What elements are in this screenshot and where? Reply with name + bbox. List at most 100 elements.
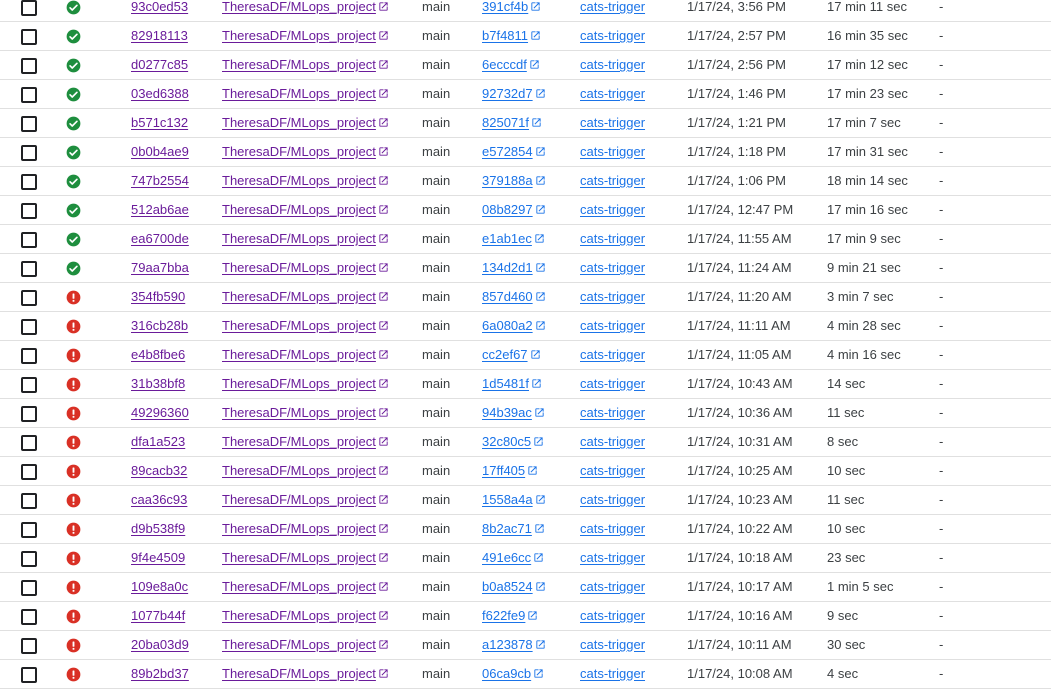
commit-link[interactable]: 17ff405 bbox=[482, 463, 538, 478]
build-id-link[interactable]: b571c132 bbox=[131, 115, 188, 130]
repository-link[interactable]: TheresaDF/MLops_project bbox=[222, 231, 389, 246]
row-checkbox[interactable] bbox=[21, 261, 37, 277]
repository-link[interactable]: TheresaDF/MLops_project bbox=[222, 376, 389, 391]
build-id-link[interactable]: dfa1a523 bbox=[131, 434, 185, 449]
trigger-link[interactable]: cats-trigger bbox=[580, 115, 645, 130]
trigger-link[interactable]: cats-trigger bbox=[580, 347, 645, 362]
repository-link[interactable]: TheresaDF/MLops_project bbox=[222, 550, 389, 565]
repository-link[interactable]: TheresaDF/MLops_project bbox=[222, 28, 389, 43]
row-checkbox[interactable] bbox=[21, 348, 37, 364]
repository-link[interactable]: TheresaDF/MLops_project bbox=[222, 86, 389, 101]
repository-link[interactable]: TheresaDF/MLops_project bbox=[222, 289, 389, 304]
build-id-link[interactable]: 0b0b4ae9 bbox=[131, 144, 189, 159]
repository-link[interactable]: TheresaDF/MLops_project bbox=[222, 608, 389, 623]
trigger-link[interactable]: cats-trigger bbox=[580, 434, 645, 449]
trigger-link[interactable]: cats-trigger bbox=[580, 289, 645, 304]
commit-link[interactable]: 94b39ac bbox=[482, 405, 545, 420]
commit-link[interactable]: b7f4811 bbox=[482, 28, 541, 43]
table-row[interactable]: 03ed6388 TheresaDF/MLops_project main 92… bbox=[0, 80, 1051, 109]
row-checkbox[interactable] bbox=[21, 522, 37, 538]
build-id-link[interactable]: caa36c93 bbox=[131, 492, 187, 507]
table-row[interactable]: 0b0b4ae9 TheresaDF/MLops_project main e5… bbox=[0, 138, 1051, 167]
row-checkbox[interactable] bbox=[21, 232, 37, 248]
table-row[interactable]: 354fb590 TheresaDF/MLops_project main 85… bbox=[0, 283, 1051, 312]
build-id-link[interactable]: 03ed6388 bbox=[131, 86, 189, 101]
table-row[interactable]: 89b2bd37 TheresaDF/MLops_project main 06… bbox=[0, 660, 1051, 689]
row-checkbox[interactable] bbox=[21, 319, 37, 335]
trigger-link[interactable]: cats-trigger bbox=[580, 579, 645, 594]
trigger-link[interactable]: cats-trigger bbox=[580, 231, 645, 246]
table-row[interactable]: 109e8a0c TheresaDF/MLops_project main b0… bbox=[0, 573, 1051, 602]
repository-link[interactable]: TheresaDF/MLops_project bbox=[222, 666, 389, 681]
table-row[interactable]: ea6700de TheresaDF/MLops_project main e1… bbox=[0, 225, 1051, 254]
build-id-link[interactable]: 9f4e4509 bbox=[131, 550, 185, 565]
commit-link[interactable]: cc2ef67 bbox=[482, 347, 541, 362]
commit-link[interactable]: 08b8297 bbox=[482, 202, 546, 217]
table-row[interactable]: 89cacb32 TheresaDF/MLops_project main 17… bbox=[0, 457, 1051, 486]
table-row[interactable]: 49296360 TheresaDF/MLops_project main 94… bbox=[0, 399, 1051, 428]
row-checkbox[interactable] bbox=[21, 0, 37, 16]
table-row[interactable]: caa36c93 TheresaDF/MLops_project main 15… bbox=[0, 486, 1051, 515]
commit-link[interactable]: 6a080a2 bbox=[482, 318, 546, 333]
row-checkbox[interactable] bbox=[21, 87, 37, 103]
repository-link[interactable]: TheresaDF/MLops_project bbox=[222, 57, 389, 72]
repository-link[interactable]: TheresaDF/MLops_project bbox=[222, 173, 389, 188]
trigger-link[interactable]: cats-trigger bbox=[580, 260, 645, 275]
build-id-link[interactable]: e4b8fbe6 bbox=[131, 347, 185, 362]
trigger-link[interactable]: cats-trigger bbox=[580, 521, 645, 536]
repository-link[interactable]: TheresaDF/MLops_project bbox=[222, 434, 389, 449]
row-checkbox[interactable] bbox=[21, 377, 37, 393]
row-checkbox[interactable] bbox=[21, 464, 37, 480]
commit-link[interactable]: 825071f bbox=[482, 115, 542, 130]
build-id-link[interactable]: 93c0ed53 bbox=[131, 0, 188, 14]
trigger-link[interactable]: cats-trigger bbox=[580, 608, 645, 623]
build-id-link[interactable]: 82918113 bbox=[131, 28, 188, 43]
commit-link[interactable]: e572854 bbox=[482, 144, 546, 159]
commit-link[interactable]: 8b2ac71 bbox=[482, 521, 545, 536]
commit-link[interactable]: 391cf4b bbox=[482, 0, 541, 14]
table-row[interactable]: 316cb28b TheresaDF/MLops_project main 6a… bbox=[0, 312, 1051, 341]
row-checkbox[interactable] bbox=[21, 290, 37, 306]
commit-link[interactable]: 379188a bbox=[482, 173, 546, 188]
table-row[interactable]: b571c132 TheresaDF/MLops_project main 82… bbox=[0, 109, 1051, 138]
trigger-link[interactable]: cats-trigger bbox=[580, 28, 645, 43]
build-id-link[interactable]: d0277c85 bbox=[131, 57, 188, 72]
build-id-link[interactable]: 316cb28b bbox=[131, 318, 188, 333]
build-id-link[interactable]: 354fb590 bbox=[131, 289, 185, 304]
repository-link[interactable]: TheresaDF/MLops_project bbox=[222, 405, 389, 420]
row-checkbox[interactable] bbox=[21, 551, 37, 567]
row-checkbox[interactable] bbox=[21, 406, 37, 422]
commit-link[interactable]: b0a8524 bbox=[482, 579, 546, 594]
trigger-link[interactable]: cats-trigger bbox=[580, 86, 645, 101]
trigger-link[interactable]: cats-trigger bbox=[580, 550, 645, 565]
commit-link[interactable]: 6ecccdf bbox=[482, 57, 540, 72]
row-checkbox[interactable] bbox=[21, 435, 37, 451]
row-checkbox[interactable] bbox=[21, 116, 37, 132]
commit-link[interactable]: e1ab1ec bbox=[482, 231, 545, 246]
repository-link[interactable]: TheresaDF/MLops_project bbox=[222, 579, 389, 594]
table-row[interactable]: d0277c85 TheresaDF/MLops_project main 6e… bbox=[0, 51, 1051, 80]
table-row[interactable]: 79aa7bba TheresaDF/MLops_project main 13… bbox=[0, 254, 1051, 283]
trigger-link[interactable]: cats-trigger bbox=[580, 492, 645, 507]
repository-link[interactable]: TheresaDF/MLops_project bbox=[222, 492, 389, 507]
trigger-link[interactable]: cats-trigger bbox=[580, 173, 645, 188]
table-row[interactable]: d9b538f9 TheresaDF/MLops_project main 8b… bbox=[0, 515, 1051, 544]
trigger-link[interactable]: cats-trigger bbox=[580, 637, 645, 652]
row-checkbox[interactable] bbox=[21, 174, 37, 190]
row-checkbox[interactable] bbox=[21, 145, 37, 161]
table-row[interactable]: 1077b44f TheresaDF/MLops_project main f6… bbox=[0, 602, 1051, 631]
table-row[interactable]: 512ab6ae TheresaDF/MLops_project main 08… bbox=[0, 196, 1051, 225]
table-row[interactable]: 9f4e4509 TheresaDF/MLops_project main 49… bbox=[0, 544, 1051, 573]
commit-link[interactable]: 32c80c5 bbox=[482, 434, 544, 449]
commit-link[interactable]: 92732d7 bbox=[482, 86, 546, 101]
row-checkbox[interactable] bbox=[21, 493, 37, 509]
build-id-link[interactable]: 20ba03d9 bbox=[131, 637, 189, 652]
commit-link[interactable]: 134d2d1 bbox=[482, 260, 546, 275]
table-row[interactable]: e4b8fbe6 TheresaDF/MLops_project main cc… bbox=[0, 341, 1051, 370]
build-id-link[interactable]: 747b2554 bbox=[131, 173, 189, 188]
repository-link[interactable]: TheresaDF/MLops_project bbox=[222, 0, 389, 14]
build-id-link[interactable]: 79aa7bba bbox=[131, 260, 189, 275]
repository-link[interactable]: TheresaDF/MLops_project bbox=[222, 637, 389, 652]
commit-link[interactable]: 857d460 bbox=[482, 289, 546, 304]
table-row[interactable]: 82918113 TheresaDF/MLops_project main b7… bbox=[0, 22, 1051, 51]
